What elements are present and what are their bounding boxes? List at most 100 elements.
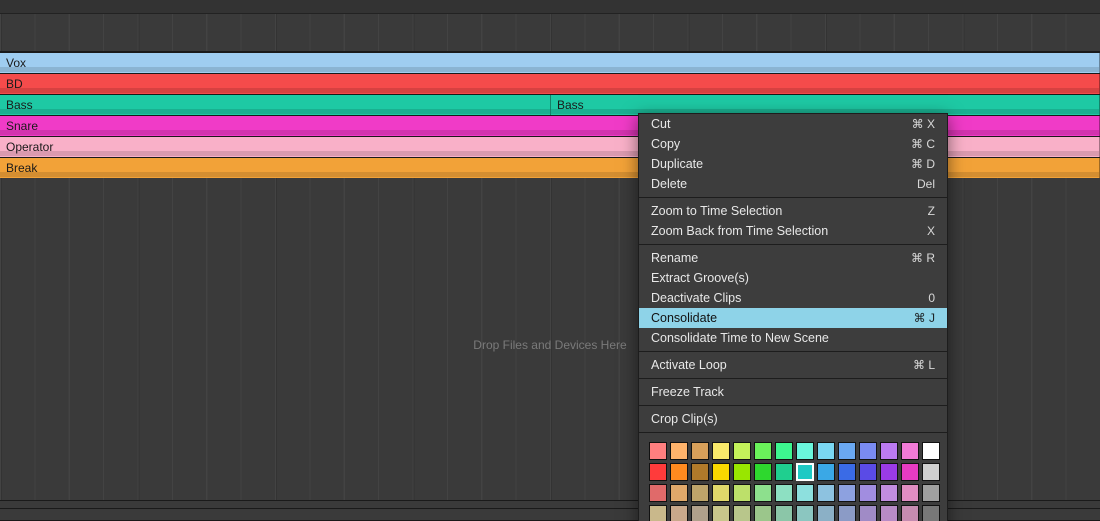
color-swatch[interactable] bbox=[670, 442, 688, 460]
color-swatch[interactable] bbox=[649, 463, 667, 481]
color-swatch[interactable] bbox=[901, 463, 919, 481]
menu-item-label: Zoom Back from Time Selection bbox=[651, 224, 828, 238]
menu-separator bbox=[639, 351, 947, 352]
color-swatch[interactable] bbox=[733, 442, 751, 460]
color-swatch[interactable] bbox=[817, 463, 835, 481]
menu-item[interactable]: Rename⌘ R bbox=[639, 248, 947, 268]
color-swatch[interactable] bbox=[901, 505, 919, 521]
color-swatch[interactable] bbox=[922, 505, 940, 521]
color-swatch[interactable] bbox=[712, 505, 730, 521]
color-swatch[interactable] bbox=[817, 484, 835, 502]
color-swatch[interactable] bbox=[859, 463, 877, 481]
color-swatch[interactable] bbox=[859, 442, 877, 460]
color-swatch[interactable] bbox=[754, 442, 772, 460]
clip-context-menu[interactable]: Cut⌘ X Copy ⌘ C Duplicate ⌘ D DeleteDel Zoom t… bbox=[638, 113, 948, 521]
color-swatch[interactable] bbox=[649, 484, 667, 502]
clip[interactable]: Bass bbox=[551, 95, 1100, 115]
menu-item[interactable]: Zoom Back from Time SelectionX bbox=[639, 221, 947, 241]
ruler-top[interactable] bbox=[0, 0, 1100, 14]
color-swatch[interactable] bbox=[733, 484, 751, 502]
color-swatch[interactable] bbox=[922, 442, 940, 460]
menu-item[interactable]: Cut⌘ X bbox=[639, 114, 947, 134]
color-swatch[interactable] bbox=[733, 463, 751, 481]
menu-item-label: Freeze Track bbox=[651, 385, 724, 399]
color-swatch[interactable] bbox=[796, 463, 814, 481]
color-swatch[interactable] bbox=[775, 442, 793, 460]
menu-separator bbox=[639, 405, 947, 406]
menu-item[interactable]: Crop Clip(s) bbox=[639, 409, 947, 429]
color-swatch[interactable] bbox=[754, 505, 772, 521]
color-swatch[interactable] bbox=[880, 484, 898, 502]
color-swatch[interactable] bbox=[817, 505, 835, 521]
color-swatch[interactable] bbox=[775, 505, 793, 521]
menu-item[interactable]: Activate Loop⌘ L bbox=[639, 355, 947, 375]
color-swatch[interactable] bbox=[796, 505, 814, 521]
color-swatch[interactable] bbox=[691, 505, 709, 521]
color-swatch[interactable] bbox=[922, 484, 940, 502]
menu-item-shortcut: Z bbox=[928, 204, 935, 218]
color-swatch[interactable] bbox=[859, 484, 877, 502]
menu-item[interactable]: Consolidate Time to New Scene bbox=[639, 328, 947, 348]
track-lane[interactable]: BassBass bbox=[0, 94, 1100, 115]
color-swatch[interactable] bbox=[922, 463, 940, 481]
menu-item[interactable]: Freeze Track bbox=[639, 382, 947, 402]
color-swatch[interactable] bbox=[649, 442, 667, 460]
menu-item-label: Deactivate Clips bbox=[651, 291, 741, 305]
menu-item[interactable]: Copy ⌘ C bbox=[639, 134, 947, 154]
menu-item-shortcut: ⌘ C bbox=[911, 137, 935, 151]
color-swatch[interactable] bbox=[859, 505, 877, 521]
menu-item[interactable]: Extract Groove(s) bbox=[639, 268, 947, 288]
color-swatch[interactable] bbox=[712, 463, 730, 481]
color-swatch[interactable] bbox=[901, 442, 919, 460]
menu-separator bbox=[639, 244, 947, 245]
menu-item-label: Cut bbox=[651, 117, 670, 131]
menu-separator bbox=[639, 432, 947, 433]
clip[interactable]: BD bbox=[0, 74, 1100, 94]
color-swatch[interactable] bbox=[817, 442, 835, 460]
color-swatch[interactable] bbox=[775, 484, 793, 502]
color-swatch[interactable] bbox=[670, 505, 688, 521]
color-swatch[interactable] bbox=[670, 484, 688, 502]
menu-item-label: Copy bbox=[651, 137, 680, 151]
color-swatch[interactable] bbox=[796, 484, 814, 502]
color-swatch[interactable] bbox=[712, 484, 730, 502]
menu-item[interactable]: Deactivate Clips0 bbox=[639, 288, 947, 308]
color-swatch[interactable] bbox=[691, 484, 709, 502]
menu-item-shortcut: ⌘ D bbox=[911, 157, 935, 171]
menu-item[interactable]: Zoom to Time Selection Z bbox=[639, 201, 947, 221]
menu-item[interactable]: Consolidate⌘ J bbox=[639, 308, 947, 328]
menu-item[interactable]: Duplicate ⌘ D bbox=[639, 154, 947, 174]
color-swatch[interactable] bbox=[670, 463, 688, 481]
menu-item-label: Duplicate bbox=[651, 157, 703, 171]
menu-item-label: Rename bbox=[651, 251, 698, 265]
menu-separator bbox=[639, 197, 947, 198]
clip[interactable]: Vox bbox=[0, 53, 1100, 73]
color-swatch[interactable] bbox=[838, 442, 856, 460]
color-swatch[interactable] bbox=[691, 463, 709, 481]
color-swatch[interactable] bbox=[754, 484, 772, 502]
color-swatch[interactable] bbox=[838, 505, 856, 521]
clip[interactable]: Bass bbox=[0, 95, 551, 115]
color-picker[interactable] bbox=[639, 436, 947, 521]
track-lane[interactable]: Vox bbox=[0, 52, 1100, 73]
color-swatch[interactable] bbox=[880, 463, 898, 481]
color-swatch[interactable] bbox=[880, 505, 898, 521]
color-swatch[interactable] bbox=[754, 463, 772, 481]
color-swatch[interactable] bbox=[712, 442, 730, 460]
color-swatch[interactable] bbox=[901, 484, 919, 502]
menu-item[interactable]: DeleteDel bbox=[639, 174, 947, 194]
ruler-scrub[interactable] bbox=[0, 14, 1100, 52]
color-swatch[interactable] bbox=[880, 442, 898, 460]
track-lane[interactable]: BD bbox=[0, 73, 1100, 94]
color-swatch[interactable] bbox=[649, 505, 667, 521]
menu-separator bbox=[639, 378, 947, 379]
menu-item-shortcut: Del bbox=[917, 177, 935, 191]
color-swatch[interactable] bbox=[775, 463, 793, 481]
color-swatch[interactable] bbox=[796, 442, 814, 460]
menu-item-label: Zoom to Time Selection bbox=[651, 204, 782, 218]
color-swatch[interactable] bbox=[733, 505, 751, 521]
color-swatch[interactable] bbox=[838, 463, 856, 481]
timeline-ruler[interactable] bbox=[0, 0, 1100, 52]
color-swatch[interactable] bbox=[691, 442, 709, 460]
color-swatch[interactable] bbox=[838, 484, 856, 502]
